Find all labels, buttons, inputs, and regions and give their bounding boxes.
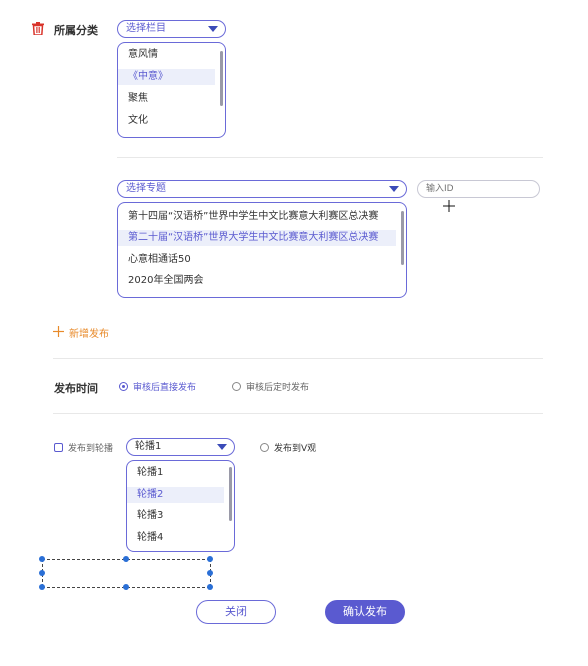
resize-handle[interactable] (39, 570, 45, 576)
carousel-option[interactable]: 轮播3 (127, 508, 224, 524)
topic-select-placeholder: 选择专题 (126, 183, 166, 194)
category-option[interactable]: 文化 (118, 113, 215, 129)
divider (117, 157, 543, 158)
carousel-checkbox[interactable] (54, 443, 63, 452)
carousel-dropdown[interactable]: 轮播1 轮播2 轮播3 轮播4 (126, 460, 235, 552)
radio-scheduled-label[interactable]: 审核后定时发布 (246, 380, 309, 393)
topic-dropdown[interactable]: 第十四届“汉语桥”世界中学生中文比赛意大利赛区总决赛 第二十届“汉语桥”世界大学… (117, 202, 407, 298)
chevron-down-icon (208, 26, 218, 32)
resize-handle[interactable] (207, 584, 213, 590)
trash-icon[interactable] (32, 22, 44, 36)
carousel-select[interactable]: 轮播1 (126, 438, 235, 456)
carousel-option[interactable]: 轮播4 (127, 530, 224, 546)
add-publish-label: 新增发布 (69, 329, 109, 340)
category-option-selected[interactable]: 《中意》 (118, 69, 215, 85)
topic-scrollbar[interactable] (401, 211, 404, 265)
carousel-option[interactable]: 轮播1 (127, 465, 224, 481)
category-select[interactable]: 选择栏目 (117, 20, 226, 38)
publish-time-label: 发布时间 (54, 382, 98, 395)
topic-select[interactable]: 选择专题 (117, 180, 407, 198)
category-select-placeholder: 选择栏目 (126, 23, 166, 34)
resize-handle[interactable] (123, 584, 129, 590)
chevron-down-icon (217, 444, 227, 450)
topic-option[interactable]: 2020年全国两会 (118, 273, 396, 289)
resize-handle[interactable] (207, 556, 213, 562)
radio-immediate-label[interactable]: 审核后直接发布 (133, 380, 196, 393)
topic-option[interactable]: 第十四届“汉语桥”世界中学生中文比赛意大利赛区总决赛 (118, 209, 396, 225)
carousel-checkbox-label[interactable]: 发布到轮播 (68, 441, 113, 454)
topic-option-selected[interactable]: 第二十届“汉语桥”世界大学生中文比赛意大利赛区总决赛 (118, 230, 396, 246)
chevron-down-icon (389, 186, 399, 192)
resize-handle[interactable] (207, 570, 213, 576)
carousel-option-highlighted[interactable]: 轮播2 (127, 487, 224, 503)
category-label: 所属分类 (54, 24, 98, 37)
category-dropdown[interactable]: 意风情 《中意》 聚焦 文化 (117, 42, 226, 138)
carousel-scrollbar[interactable] (229, 467, 232, 521)
topic-option[interactable]: 心意相通话50 (118, 252, 396, 268)
topic-id-input[interactable] (417, 180, 540, 198)
category-option[interactable]: 聚焦 (118, 91, 215, 107)
radio-v-guan-label[interactable]: 发布到V观 (274, 441, 316, 454)
divider (53, 413, 543, 414)
resize-handle[interactable] (39, 584, 45, 590)
close-button[interactable]: 关闭 (196, 600, 276, 624)
category-option[interactable]: 意风情 (118, 47, 215, 63)
carousel-select-value: 轮播1 (135, 441, 162, 452)
crosshair-cursor-icon (443, 200, 455, 212)
resize-handle[interactable] (39, 556, 45, 562)
divider (53, 358, 543, 359)
radio-immediate[interactable] (119, 382, 128, 391)
resize-handle[interactable] (123, 556, 129, 562)
plus-icon (53, 326, 64, 337)
category-scrollbar[interactable] (220, 51, 223, 106)
confirm-publish-button[interactable]: 确认发布 (325, 600, 405, 624)
radio-v-guan[interactable] (260, 443, 269, 452)
radio-scheduled[interactable] (232, 382, 241, 391)
